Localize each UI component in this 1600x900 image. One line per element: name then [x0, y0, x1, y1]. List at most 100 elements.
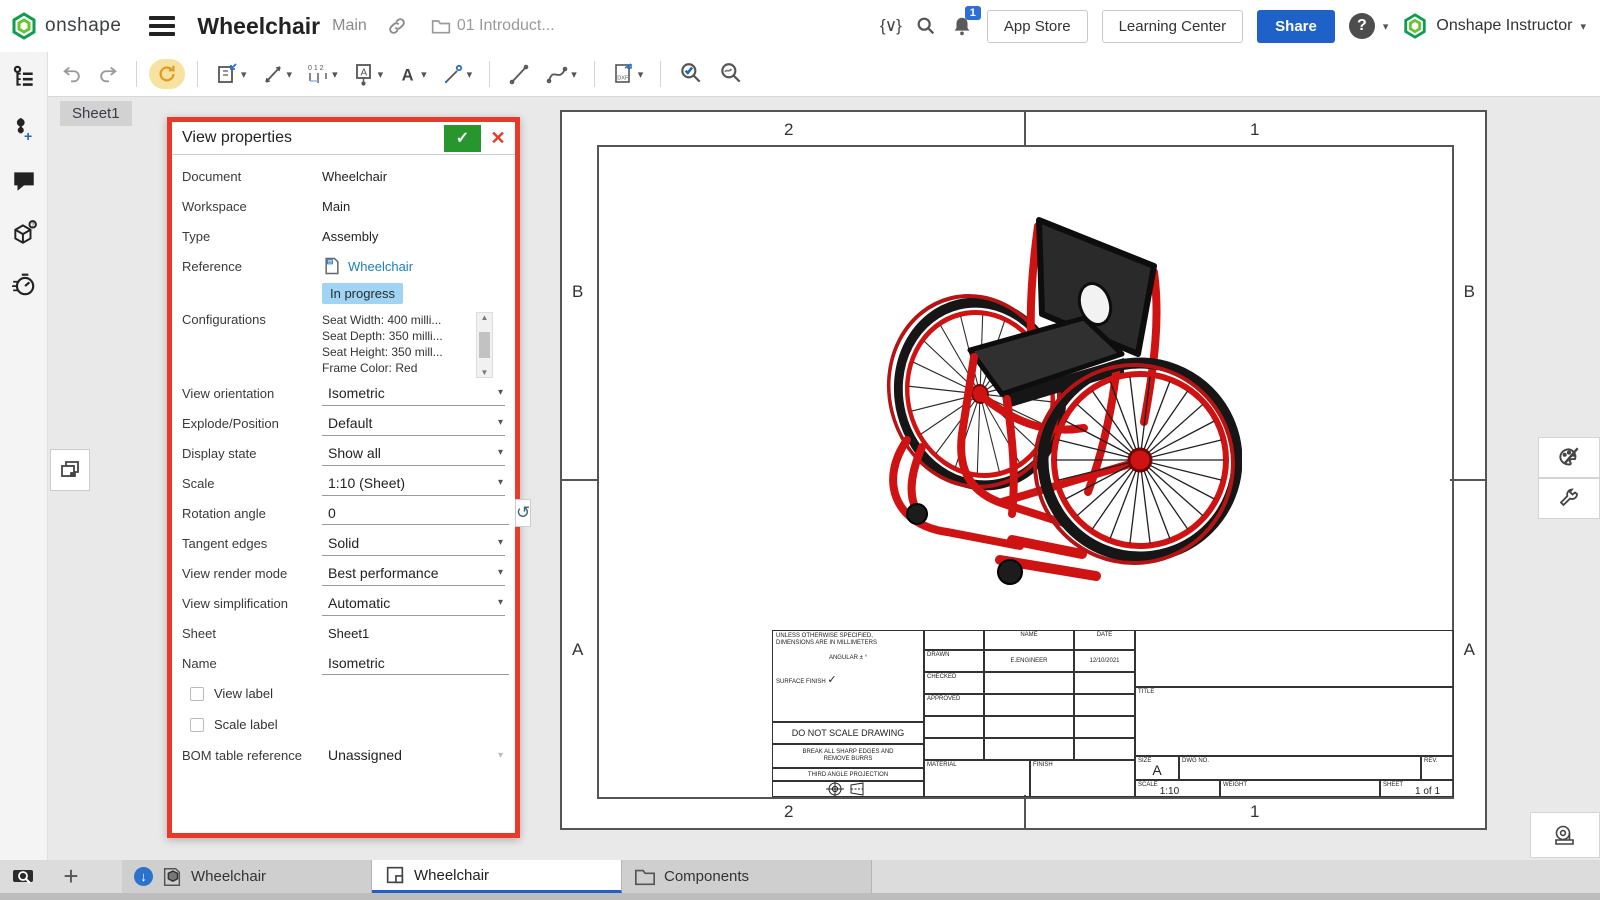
- surface-finish-note: SURFACE FINISH ✓: [773, 661, 923, 686]
- wheelchair-isometric-view[interactable]: [862, 192, 1242, 592]
- notifications-bell[interactable]: 1: [951, 15, 973, 37]
- drawn-label: DRAWN: [925, 651, 983, 659]
- view-simplification-select[interactable]: Automatic▾: [322, 590, 505, 616]
- view-name-input[interactable]: [322, 651, 509, 675]
- line-icon: [507, 62, 531, 86]
- tab-components-folder[interactable]: Components: [622, 860, 872, 893]
- ordinate-dimension-button[interactable]: 0 1 2 ▾: [301, 58, 343, 90]
- onshape-logo[interactable]: onshape: [0, 12, 121, 40]
- tab-wheelchair-assembly[interactable]: ↓ Wheelchair: [122, 860, 372, 893]
- bottom-strip: [0, 893, 1600, 900]
- dimension-button[interactable]: ▾: [256, 58, 298, 90]
- scroll-down-icon[interactable]: ▼: [481, 368, 489, 377]
- configurations-panel-button[interactable]: +: [11, 116, 37, 142]
- reference-link[interactable]: Wheelchair: [322, 256, 413, 276]
- reset-rotation-button[interactable]: ↺: [515, 499, 531, 527]
- third-angle-projection-icon: [825, 782, 871, 796]
- add-tab-button[interactable]: +: [48, 860, 94, 893]
- chevron-down-icon: ▾: [498, 597, 503, 608]
- scale-select[interactable]: 1:10 (Sheet)▾: [322, 470, 505, 496]
- update-views-button[interactable]: [149, 59, 185, 89]
- title-block: UNLESS OTHERWISE SPECIFIED, DIMENSIONS A…: [772, 630, 1454, 797]
- app-store-button[interactable]: App Store: [987, 10, 1088, 43]
- folder-name: 01 Introduct...: [457, 17, 555, 35]
- scroll-up-icon[interactable]: ▲: [481, 313, 489, 322]
- svg-text:+: +: [24, 128, 32, 142]
- dialog-title: View properties: [182, 129, 292, 147]
- sheets-panel-button[interactable]: [11, 64, 37, 90]
- spline-tool-button[interactable]: ▾: [540, 58, 582, 90]
- configurations-scrollbar[interactable]: ▲ ▼: [476, 312, 493, 378]
- check-dimensions-icon: [678, 61, 704, 87]
- rev-label: REV.: [1422, 757, 1453, 765]
- view-orientation-select[interactable]: Isometric▾: [322, 380, 505, 406]
- toolbar-divider: [136, 61, 137, 87]
- search-icon[interactable]: [915, 15, 937, 37]
- display-state-label: Display state: [182, 446, 322, 461]
- name-field-label: Name: [182, 656, 322, 671]
- text-icon: A: [397, 63, 419, 85]
- main-menu-icon[interactable]: [149, 12, 175, 40]
- zone-tick: [1450, 479, 1485, 481]
- toolbar-divider: [660, 61, 661, 87]
- view-label-text: View label: [214, 686, 273, 701]
- redo-button[interactable]: [92, 59, 124, 89]
- featurescript-icon[interactable]: {∨}: [880, 16, 901, 36]
- note-button[interactable]: A ▾: [347, 58, 389, 90]
- configurations-list[interactable]: Seat Width: 400 milli... Seat Depth: 350…: [322, 312, 474, 378]
- top-header: onshape Wheelchair Main 01 Introduct... …: [0, 0, 1600, 52]
- scrollbar-thumb[interactable]: [479, 332, 490, 358]
- palette-brush-icon: [1556, 445, 1582, 471]
- view-render-mode-select[interactable]: Best performance▾: [322, 560, 505, 586]
- inspect-dimensions-button[interactable]: [713, 57, 749, 91]
- undo-button[interactable]: [56, 59, 88, 89]
- help-menu[interactable]: ? ▾: [1349, 13, 1389, 39]
- edit-appearance-button[interactable]: [1538, 437, 1600, 478]
- learning-center-button[interactable]: Learning Center: [1102, 10, 1244, 43]
- close-button[interactable]: ✕: [481, 125, 515, 152]
- drawing-properties-button[interactable]: [1538, 478, 1600, 519]
- line-tool-button[interactable]: [502, 58, 536, 90]
- date-header: DATE: [1075, 631, 1134, 639]
- sheets-toggle-button[interactable]: [50, 449, 90, 491]
- view-label-checkbox[interactable]: [190, 687, 204, 701]
- bom-table-reference-select[interactable]: Unassigned▾: [322, 742, 505, 768]
- svg-text:0 1 2: 0 1 2: [308, 65, 324, 72]
- display-state-select[interactable]: Show all▾: [322, 440, 505, 466]
- scale-label-checkbox[interactable]: [190, 718, 204, 732]
- drawing-canvas[interactable]: Sheet1 2 1 2 1 B A B A: [48, 97, 1600, 860]
- rotation-angle-input[interactable]: [322, 501, 509, 525]
- account-menu[interactable]: Onshape Instructor ▾: [1402, 13, 1586, 39]
- tab-wheelchair-drawing[interactable]: Wheelchair: [372, 860, 622, 893]
- export-dxf-button[interactable]: DXF ▾: [607, 58, 649, 90]
- text-button[interactable]: A ▾: [392, 59, 432, 89]
- tape-measure-icon: [1551, 823, 1579, 847]
- dialog-titlebar[interactable]: View properties ✓ ✕: [172, 122, 515, 155]
- zone-label: 2: [784, 802, 793, 822]
- chevron-down-icon: ▾: [498, 567, 503, 578]
- chevron-down-icon: ▾: [498, 447, 503, 458]
- name-header: NAME: [985, 631, 1073, 639]
- scale-select-label: Scale: [182, 476, 322, 491]
- explode-position-select[interactable]: Default▾: [322, 410, 505, 436]
- breadcrumb-folder[interactable]: 01 Introduct...: [431, 17, 555, 35]
- drawing-sheet[interactable]: 2 1 2 1 B A B A: [560, 110, 1487, 830]
- find-tab-button[interactable]: [0, 860, 48, 893]
- share-button[interactable]: Share: [1257, 10, 1335, 43]
- check-dimensions-button[interactable]: [673, 57, 709, 91]
- comments-panel-button[interactable]: [11, 168, 37, 194]
- svg-text:A: A: [360, 68, 367, 79]
- parts-panel-button[interactable]: ?: [11, 220, 37, 246]
- zone-label: B: [572, 282, 583, 302]
- link-icon[interactable]: [387, 16, 407, 36]
- measure-button[interactable]: [1530, 812, 1600, 858]
- insert-view-icon: [215, 62, 239, 86]
- sheet1-tab[interactable]: Sheet1: [60, 101, 132, 126]
- confirm-button[interactable]: ✓: [444, 125, 481, 152]
- tangent-edges-select[interactable]: Solid▾: [322, 530, 505, 556]
- insert-view-button[interactable]: ▾: [210, 58, 252, 90]
- zone-tick: [1024, 795, 1026, 828]
- history-panel-button[interactable]: [11, 272, 37, 298]
- undo-icon: [61, 63, 83, 85]
- leader-button[interactable]: ▾: [436, 58, 478, 90]
